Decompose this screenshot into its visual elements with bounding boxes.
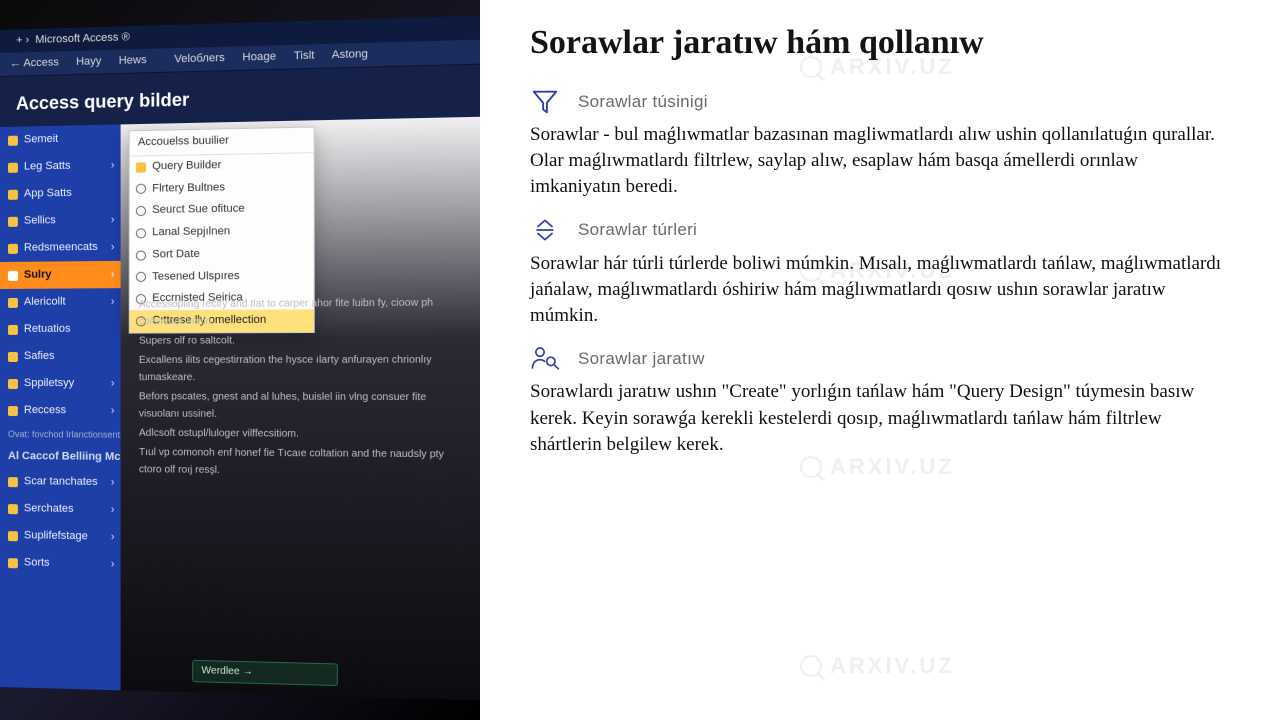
watermark: ARXIV.UZ [800,655,955,677]
popup-menu-item[interactable]: Query Builder [130,153,314,178]
sidebar-item[interactable]: Alericollt [0,288,121,316]
background-text-line: Accessopling reclry and tlat to carper a… [139,294,466,331]
background-text-line: Excallens ilits cegestirration the hysce… [139,351,466,386]
popup-menu-item[interactable]: Lanal Sepjılnen [130,220,314,244]
section-label: Sorawlar túsinigi [578,93,708,110]
sort-icon [530,215,560,245]
watermark: ARXIV.UZ [800,260,955,282]
sidebar-item[interactable]: Serchates [0,495,121,524]
sidebar-item[interactable]: Sppiletsyy [0,370,121,397]
sidebar-item[interactable]: Redsmeencats [0,234,121,262]
ribbon-tab[interactable]: Hayy [76,55,101,68]
sidebar-item[interactable]: Reccess [0,397,121,425]
section-label: Sorawlar túrleri [578,221,697,238]
sidebar-item[interactable]: Sellics [0,206,121,235]
magnifier-icon [800,655,822,677]
funnel-icon [530,86,560,116]
sidebar-separator: Ovat: fovchod Irlanctionsents [0,424,121,446]
sidebar-item[interactable]: Semeit [0,124,121,154]
sidebar-item[interactable]: Leg Satts [0,152,121,181]
sidebar-item[interactable]: Safies [0,343,121,370]
sidebar-item[interactable]: Scar tanchates [0,468,121,496]
sidebar-group-title: Al Caccof Belliing Mcoaters [0,445,121,469]
footer-caption: Werdlee → [192,659,338,686]
section-header: Sorawlar jaratıw [530,343,1250,373]
popup-menu-item[interactable]: Flrtery Bultnes [130,175,314,200]
sidebar-item[interactable]: Sorts [0,549,121,578]
background-text-line: Tıul vp comonoh enf honef fie Tıcaıe col… [139,444,466,481]
background-text: Accessopling reclry and tlat to carper a… [139,294,466,483]
ribbon-tab[interactable]: Veloблers [174,52,224,66]
slide-content: Sorawlar jaratıw hám qollanıw Sorawlar t… [480,0,1280,720]
ribbon-tab[interactable]: Astong [332,48,368,61]
magnifier-icon [800,456,822,478]
nav-sidebar: SemeitLeg SattsApp SattsSellicsRedsmeenc… [0,124,121,690]
background-text-line: Supers olf ro saltcolt. [139,331,466,349]
sidebar-item[interactable]: Retuatios [0,315,121,343]
ribbon-tab[interactable]: Hoage [242,50,276,63]
screenshot-panel: + › Microsoft Access ® ← Access Hayy Hew… [0,0,480,720]
section-label: Sorawlar jaratıw [578,350,705,367]
section-header: Sorawlar túsinigi [530,86,1250,116]
ribbon-tab[interactable]: Hews [119,54,147,67]
popup-header: Accouelss buuilier [130,128,314,157]
watermark: ARXIV.UZ [800,456,955,478]
background-text-line: Befors pscates, gnest and al luhes, buis… [139,388,466,424]
section-header: Sorawlar túrleri [530,215,1250,245]
content-area: Accouelss buuilier Query BuilderFlrtery … [121,117,480,701]
sidebar-item[interactable]: App Satts [0,179,121,208]
app-window: + › Microsoft Access ® ← Access Hayy Hew… [0,15,480,720]
section-body: Sorawlardı jaratıw ushın "Create" yorlıǵ… [530,379,1230,458]
magnifier-icon [800,56,822,78]
popup-menu-item[interactable]: Seurct Sue ofituce [130,198,314,223]
watermark: ARXIV.UZ [800,56,955,78]
sidebar-item[interactable]: Sulry [0,261,121,289]
popup-menu-item[interactable]: Sort Date [130,242,314,266]
popup-menu-item[interactable]: Tesened Ulspıres [130,265,314,289]
section-body: Sorawlar - bul maǵlıwmatlar bazasınan ma… [530,122,1230,201]
sidebar-item[interactable]: Suplifefstage [0,522,121,551]
magnifier-icon [800,260,822,282]
back-button[interactable]: ← Access [10,56,59,69]
user-search-icon [530,343,560,373]
background-text-line: Adlcsoft ostupl/luloger vilffecsitiom. [139,425,466,444]
ribbon-tab[interactable]: Tislt [294,49,315,62]
